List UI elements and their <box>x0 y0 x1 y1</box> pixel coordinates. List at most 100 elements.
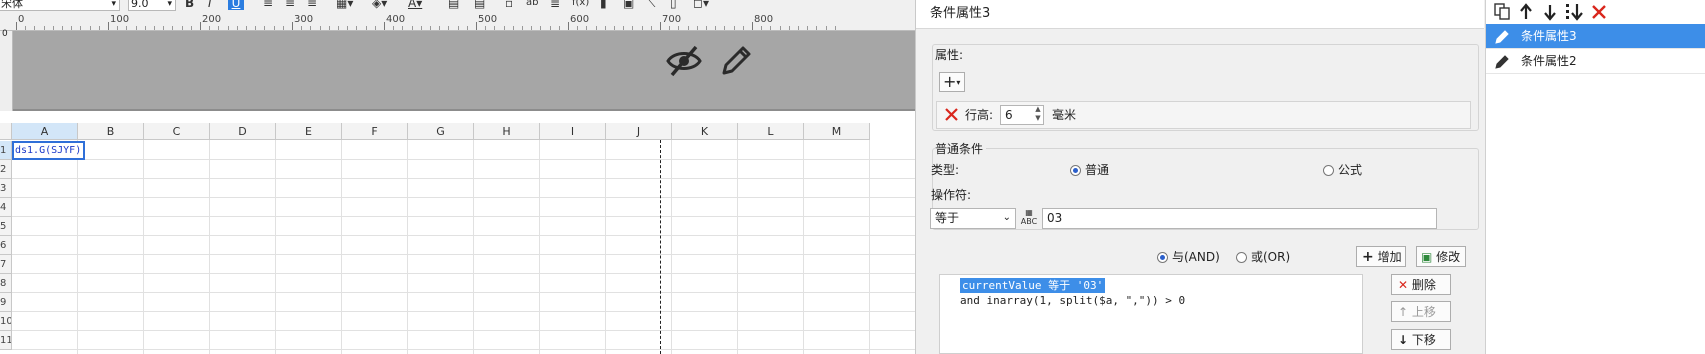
row-header[interactable]: 1 <box>0 141 12 160</box>
insert-image-icon[interactable]: ▣ <box>623 0 634 10</box>
ruler-minor-tick <box>117 26 119 30</box>
operator-select[interactable]: 等于 ⌄ <box>930 208 1016 229</box>
underline-button[interactable]: U <box>228 0 244 10</box>
grid-row[interactable] <box>12 179 915 198</box>
corner-header[interactable] <box>0 123 12 140</box>
value-type-icon[interactable]: ▦ ABC <box>1019 208 1039 228</box>
copy-icon[interactable] <box>1492 2 1512 22</box>
column-header-f[interactable]: F <box>342 123 408 140</box>
column-header-b[interactable]: B <box>78 123 144 140</box>
grid-row[interactable] <box>12 312 915 331</box>
sort-down-icon[interactable] <box>1564 2 1584 22</box>
row-header[interactable]: 6 <box>0 236 12 255</box>
insert-ab-icon[interactable]: ab <box>526 0 538 10</box>
column-header-k[interactable]: K <box>672 123 738 140</box>
italic-button[interactable]: I <box>208 0 212 10</box>
cell-a1[interactable]: ds1.G(SJYF) <box>12 141 85 160</box>
ruler-minor-tick <box>577 26 579 30</box>
condition-value-input[interactable]: 03 <box>1042 208 1437 229</box>
type-normal-label[interactable]: 普通 <box>1085 162 1109 178</box>
type-formula-label[interactable]: 公式 <box>1338 162 1362 178</box>
insert-chart-icon[interactable]: ▮ <box>600 0 607 10</box>
grid-row[interactable] <box>12 198 915 217</box>
font-family-select[interactable]: 宋体 ▾ <box>0 0 120 11</box>
fill-color-icon[interactable]: ◈▾ <box>372 0 387 10</box>
modify-condition-button[interactable]: ▣ 修改 <box>1416 246 1466 267</box>
ruler-minor-tick <box>227 26 229 30</box>
delete-property-icon[interactable] <box>944 107 959 122</box>
grid-row[interactable] <box>12 217 915 236</box>
move-up-label: 上移 <box>1411 305 1436 319</box>
grid-row[interactable] <box>12 255 915 274</box>
align-left-icon[interactable]: ≡ <box>263 0 273 10</box>
logic-and-radio[interactable] <box>1157 252 1168 263</box>
ruler-minor-tick <box>595 26 597 30</box>
arrow-up-icon[interactable] <box>1516 2 1536 22</box>
ruler-major-tick <box>568 22 569 30</box>
align-center-icon[interactable]: ≡ <box>285 0 295 10</box>
column-header-a[interactable]: A <box>12 123 78 140</box>
arrow-down-icon[interactable] <box>1540 2 1560 22</box>
delete-icon[interactable] <box>1589 2 1609 22</box>
add-condition-button[interactable]: + 增加 <box>1356 246 1406 267</box>
condition-list-item-2[interactable]: 条件属性2 <box>1486 49 1705 74</box>
logic-and-label[interactable]: 与(AND) <box>1172 249 1220 265</box>
grid-row[interactable] <box>12 293 915 312</box>
pencil-icon[interactable] <box>716 41 756 81</box>
row-header[interactable]: 8 <box>0 274 12 293</box>
column-header-c[interactable]: C <box>144 123 210 140</box>
row-header[interactable]: 10 <box>0 312 12 331</box>
logic-or-label[interactable]: 或(OR) <box>1251 249 1290 265</box>
insert-formula-icon[interactable]: f(x) <box>572 0 589 10</box>
delete-condition-button[interactable]: ✕ 删除 <box>1391 274 1451 295</box>
border-icon[interactable]: ▦▾ <box>336 0 353 10</box>
row-header[interactable]: 2 <box>0 160 12 179</box>
condition-list-item-3[interactable]: 条件属性3 <box>1486 24 1705 49</box>
insert-text-icon[interactable]: ▫ <box>505 0 513 10</box>
spreadsheet-grid[interactable]: A B C D E F G H I J K L M 1 2 3 4 5 6 7 8 9 10 11 ds1.G(SJYF) <box>0 123 915 354</box>
font-color-icon[interactable]: A▾ <box>408 0 422 10</box>
type-formula-radio[interactable] <box>1323 165 1334 176</box>
grid-row[interactable] <box>12 236 915 255</box>
expression-line-2[interactable]: and inarray(1, split($a, ",")) > 0 <box>960 293 1185 308</box>
condition-expression-list[interactable]: currentValue 等于 '03' and inarray(1, spli… <box>939 274 1363 354</box>
column-header-h[interactable]: H <box>474 123 540 140</box>
row-height-stepper[interactable]: ▲ ▼ <box>1032 105 1044 125</box>
ruler-label: 800 <box>754 14 774 25</box>
column-header-e[interactable]: E <box>276 123 342 140</box>
column-header-m[interactable]: M <box>804 123 870 140</box>
column-header-j[interactable]: J <box>606 123 672 140</box>
row-header[interactable]: 3 <box>0 179 12 198</box>
type-normal-radio[interactable] <box>1070 165 1081 176</box>
row-header[interactable]: 4 <box>0 198 12 217</box>
move-up-button[interactable]: ↑ 上移 <box>1391 301 1451 322</box>
grid-row[interactable] <box>12 274 915 293</box>
insert-sub-report-icon[interactable]: ▯ <box>670 0 677 10</box>
row-header[interactable]: 5 <box>0 217 12 236</box>
grid-row[interactable] <box>12 141 915 160</box>
ruler-minor-tick <box>172 26 174 30</box>
expression-line-1[interactable]: currentValue 等于 '03' <box>960 278 1106 293</box>
column-header-d[interactable]: D <box>210 123 276 140</box>
align-right-icon[interactable]: ≡ <box>307 0 317 10</box>
logic-or-radio[interactable] <box>1236 252 1247 263</box>
font-size-select[interactable]: 9.0 ▾ <box>128 0 176 11</box>
add-property-button[interactable]: +▾ <box>939 72 965 92</box>
merge-icon[interactable]: ▤ <box>448 0 459 10</box>
grid-row[interactable] <box>12 160 915 179</box>
row-header[interactable]: 9 <box>0 293 12 312</box>
ruler-minor-tick <box>448 26 450 30</box>
column-header-g[interactable]: G <box>408 123 474 140</box>
row-header[interactable]: 11 <box>0 331 12 350</box>
insert-slash-icon[interactable]: ⟍ <box>647 0 655 10</box>
move-down-button[interactable]: ↓ 下移 <box>1391 329 1451 350</box>
bold-button[interactable]: B <box>185 0 194 10</box>
eye-slash-icon[interactable] <box>664 41 704 81</box>
column-header-l[interactable]: L <box>738 123 804 140</box>
insert-widget-icon[interactable]: ◻▾ <box>693 0 709 10</box>
insert-paragraph-icon[interactable]: ≣ <box>550 0 560 10</box>
row-header[interactable]: 7 <box>0 255 12 274</box>
split-icon[interactable]: ▤ <box>474 0 485 10</box>
column-header-i[interactable]: I <box>540 123 606 140</box>
grid-row[interactable] <box>12 331 915 350</box>
